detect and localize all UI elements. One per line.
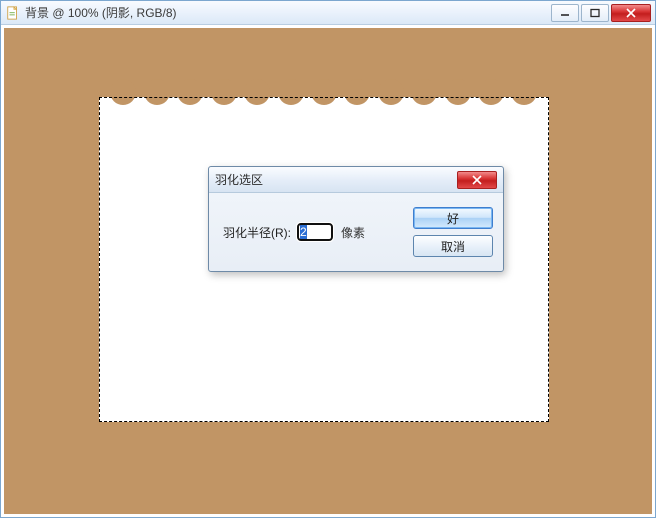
dialog-titlebar[interactable]: 羽化选区 [209,167,503,193]
radius-input[interactable] [297,223,333,241]
maximize-button[interactable] [581,4,609,22]
window-controls [551,4,651,22]
hole-icon [311,79,337,105]
hole-icon [445,79,471,105]
hole-icon [478,79,504,105]
hole-icon [344,79,370,105]
feather-dialog: 羽化选区 羽化半径(R): 像素 好 取消 [208,166,504,272]
dialog-body: 羽化半径(R): 像素 好 取消 [209,193,503,271]
minimize-button[interactable] [551,4,579,22]
paper-holes [99,79,549,115]
hole-icon [211,79,237,105]
hole-icon [244,79,270,105]
dialog-buttons: 好 取消 [413,207,493,257]
close-button[interactable] [611,4,651,22]
titlebar: 背景 @ 100% (阴影, RGB/8) [1,1,655,25]
dialog-close-button[interactable] [457,171,497,189]
hole-icon [378,79,404,105]
hole-icon [278,79,304,105]
window-title: 背景 @ 100% (阴影, RGB/8) [25,4,177,21]
hole-icon [511,79,537,105]
client-area: 羽化选区 羽化半径(R): 像素 好 取消 [2,26,654,516]
radius-label: 羽化半径(R): [223,224,291,241]
hole-icon [411,79,437,105]
app-window: 背景 @ 100% (阴影, RGB/8) [0,0,656,518]
hole-icon [144,79,170,105]
pixel-label: 像素 [341,224,365,241]
cancel-button[interactable]: 取消 [413,235,493,257]
hole-icon [177,79,203,105]
dialog-title: 羽化选区 [215,171,263,188]
document-icon [5,5,21,21]
ok-button[interactable]: 好 [413,207,493,229]
hole-icon [110,79,136,105]
